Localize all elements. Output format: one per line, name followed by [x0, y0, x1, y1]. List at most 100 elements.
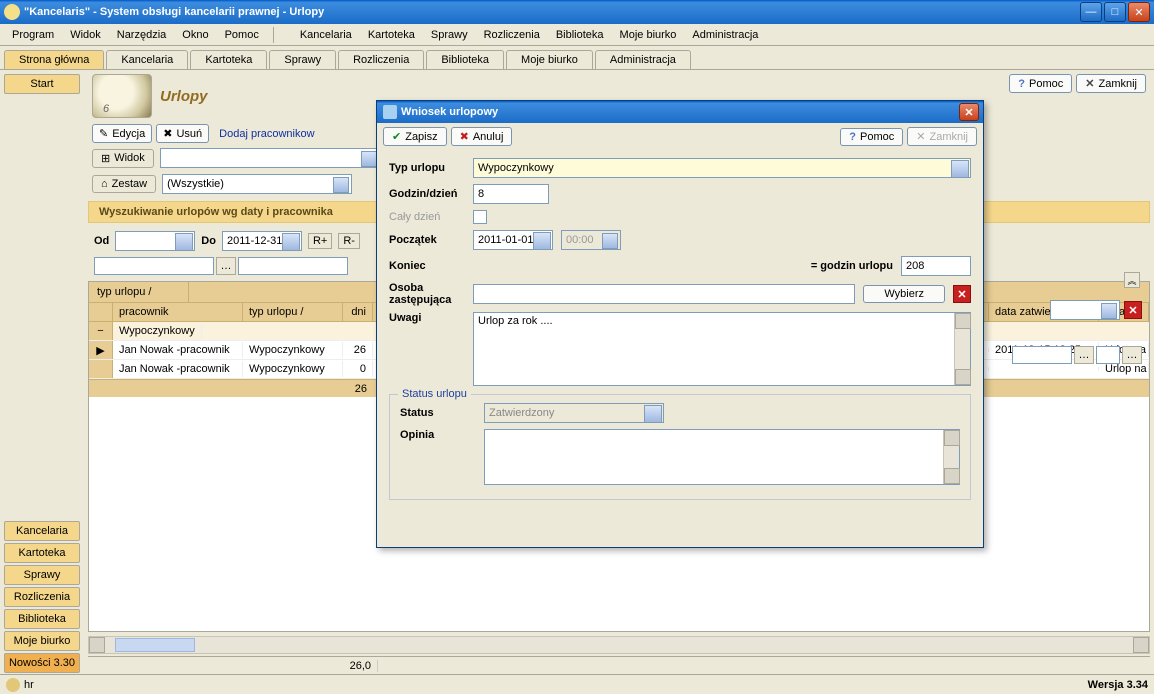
col-dni[interactable]: dni	[343, 303, 373, 321]
scroll-left-icon[interactable]	[89, 637, 105, 653]
status-legend: Status urlopu	[398, 388, 471, 400]
menu-sprawy[interactable]: Sprawy	[425, 27, 474, 43]
help-label: Pomoc	[1029, 78, 1063, 90]
dialog-close-button[interactable]: ✕	[959, 103, 979, 121]
menubar: Program Widok Narzędzia Okno Pomoc Kance…	[0, 24, 1154, 46]
grid-footer: 26,0	[88, 656, 1150, 674]
filter-input-r2[interactable]	[1096, 346, 1120, 364]
filter-input-1[interactable]	[94, 257, 214, 275]
menu-narzedzia[interactable]: Narzędzia	[111, 27, 173, 43]
typ-label: Typ urlopu	[389, 162, 465, 174]
col-typ[interactable]: typ urlopu /	[243, 303, 343, 321]
status-value: Zatwierdzony	[489, 407, 554, 419]
cell-typ[interactable]: Wypoczynkowy	[243, 342, 343, 358]
cell-pracownik[interactable]: Jan Nowak -pracownik	[113, 342, 243, 358]
clear-osoba-button[interactable]: ✕	[953, 285, 971, 303]
start-button[interactable]: Start	[4, 74, 80, 94]
godzin-input[interactable]	[473, 184, 549, 204]
widok-button[interactable]: ⊞Widok	[92, 149, 154, 168]
tab-kartoteka[interactable]: Kartoteka	[190, 50, 267, 69]
sidebar-kartoteka[interactable]: Kartoteka	[4, 543, 80, 563]
sidebar-biblioteka[interactable]: Biblioteka	[4, 609, 80, 629]
tab-sprawy[interactable]: Sprawy	[269, 50, 336, 69]
cell-dni[interactable]: 0	[343, 361, 373, 377]
od-date-input[interactable]	[115, 231, 195, 251]
delete-button[interactable]: ✖Usuń	[156, 124, 209, 143]
add-employees-link[interactable]: Dodaj pracownikow	[213, 126, 320, 142]
tab-administracja[interactable]: Administracja	[595, 50, 691, 69]
wybierz-button[interactable]: Wybierz	[863, 285, 945, 303]
cell-data[interactable]	[989, 367, 1099, 371]
menu-rozliczenia[interactable]: Rozliczenia	[478, 27, 546, 43]
edit-button[interactable]: ✎Edycja	[92, 124, 152, 143]
filter-browse-r2[interactable]: …	[1122, 346, 1142, 364]
typ-select[interactable]: Wypoczynkowy	[473, 158, 971, 178]
scroll-right-icon[interactable]	[1133, 637, 1149, 653]
dialog-title: Wniosek urlopowy	[401, 106, 498, 118]
poczatek-date[interactable]: 2011-01-01	[473, 230, 553, 250]
maximize-button[interactable]: □	[1104, 2, 1126, 22]
right-date-combo[interactable]	[1050, 300, 1120, 320]
close-page-button[interactable]: ✕Zamknij	[1076, 74, 1146, 93]
sidebar-rozliczenia[interactable]: Rozliczenia	[4, 587, 80, 607]
cell-dni[interactable]: 26	[343, 342, 373, 358]
year-minus-button[interactable]: R-	[338, 233, 360, 249]
tab-mojebiurko[interactable]: Moje biurko	[506, 50, 593, 69]
sidebar-kancelaria[interactable]: Kancelaria	[4, 521, 80, 541]
tab-rozliczenia[interactable]: Rozliczenia	[338, 50, 424, 69]
year-plus-button[interactable]: R+	[308, 233, 332, 249]
tab-strona-glowna[interactable]: Strona główna	[4, 50, 104, 69]
save-button[interactable]: ✔Zapisz	[383, 127, 447, 146]
uwagi-value: Urlop za rok ....	[478, 315, 553, 327]
clear-date-button[interactable]: ✕	[1124, 301, 1142, 319]
col-pracownik[interactable]: pracownik	[113, 303, 243, 321]
cancel-button[interactable]: ✖Anuluj	[451, 127, 513, 146]
menu-pomoc[interactable]: Pomoc	[219, 27, 265, 43]
godzin-label: Godzin/dzień	[389, 188, 465, 200]
menu-biblioteka[interactable]: Biblioteka	[550, 27, 610, 43]
scroll-thumb[interactable]	[115, 638, 195, 652]
tab-kancelaria[interactable]: Kancelaria	[106, 50, 188, 69]
menu-kancelaria[interactable]: Kancelaria	[294, 27, 358, 43]
filter-input-2[interactable]	[238, 257, 348, 275]
sidebar-sprawy[interactable]: Sprawy	[4, 565, 80, 585]
row-indicator: ▶	[89, 341, 113, 359]
menu-kartoteka[interactable]: Kartoteka	[362, 27, 421, 43]
textarea-scrollbar[interactable]	[954, 313, 970, 385]
godzin-urlopu-input[interactable]	[901, 256, 971, 276]
filter-browse-r1[interactable]: …	[1074, 346, 1094, 364]
status-select: Zatwierdzony	[484, 403, 664, 423]
minimize-button[interactable]: —	[1080, 2, 1102, 22]
textarea-scrollbar[interactable]	[943, 430, 959, 484]
cell-typ[interactable]: Wypoczynkowy	[243, 361, 343, 377]
widok-combo[interactable]	[160, 148, 380, 168]
group-value[interactable]: Wypoczynkowy	[113, 323, 202, 339]
filter-browse-1[interactable]: …	[216, 257, 236, 275]
dialog-help-label: Pomoc	[860, 131, 894, 143]
filter-input-r1[interactable]	[1012, 346, 1072, 364]
help-button[interactable]: ?Pomoc	[1009, 74, 1072, 93]
h-scrollbar[interactable]	[88, 636, 1150, 654]
osoba-input[interactable]	[473, 284, 855, 304]
zestaw-button[interactable]: ⌂Zestaw	[92, 175, 156, 193]
menu-okno[interactable]: Okno	[176, 27, 214, 43]
group-header[interactable]: typ urlopu /	[89, 282, 189, 302]
caly-checkbox[interactable]	[473, 210, 487, 224]
opinia-textarea[interactable]	[484, 429, 960, 485]
do-date-input[interactable]: 2011-12-31	[222, 231, 302, 251]
cell-pracownik[interactable]: Jan Nowak -pracownik	[113, 361, 243, 377]
zestaw-combo[interactable]: (Wszystkie)	[162, 174, 352, 194]
collapse-button[interactable]: ︽	[1124, 272, 1140, 288]
dialog-help-button[interactable]: ?Pomoc	[840, 128, 903, 146]
menu-mojebiurko[interactable]: Moje biurko	[614, 27, 683, 43]
uwagi-textarea[interactable]: Urlop za rok ....	[473, 312, 971, 386]
sidebar-nowosci[interactable]: Nowości 3.30	[4, 653, 80, 673]
tab-biblioteka[interactable]: Biblioteka	[426, 50, 504, 69]
menu-program[interactable]: Program	[6, 27, 60, 43]
sidebar-mojebiurko[interactable]: Moje biurko	[4, 631, 80, 651]
page-title: Urlopy	[160, 88, 208, 105]
close-button[interactable]: ✕	[1128, 2, 1150, 22]
menu-administracja[interactable]: Administracja	[686, 27, 764, 43]
user-icon	[6, 678, 20, 692]
menu-widok[interactable]: Widok	[64, 27, 107, 43]
